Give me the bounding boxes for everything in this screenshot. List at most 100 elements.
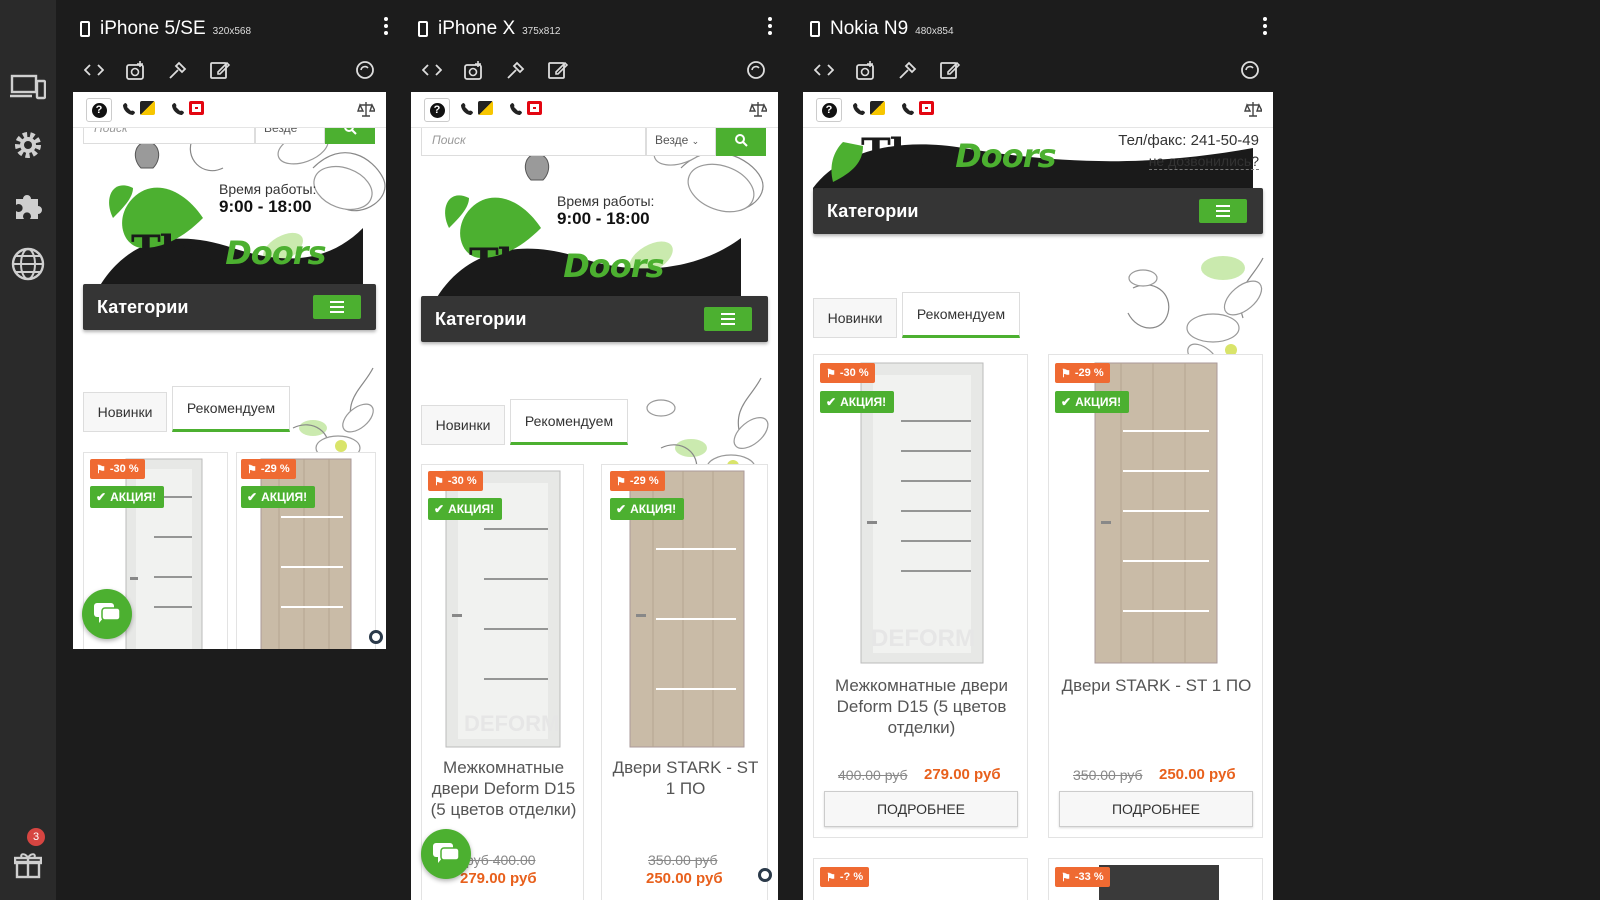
top-bar: ? [411,92,778,128]
logo-the: The [131,227,213,274]
search-button[interactable] [716,124,766,156]
phone-beeline[interactable] [461,101,493,115]
categories-bar[interactable]: Категории [813,188,1263,234]
code-icon[interactable] [418,56,446,84]
mts-logo [919,101,934,115]
edit-icon[interactable] [544,56,572,84]
compare-icon[interactable] [357,100,377,123]
inspect-icon[interactable] [894,56,922,84]
chat-button[interactable] [82,589,132,639]
price: 250.00 руб [1159,766,1236,783]
discount-badge: ⚑ -30 % [820,363,875,383]
inspect-icon[interactable] [164,56,192,84]
categories-bar[interactable]: Категории [421,296,768,342]
help-button[interactable]: ? [424,98,450,122]
tab-recommended[interactable]: Рекомендуем [172,386,290,432]
discount-value: -29 % [1074,367,1104,379]
help-icon: ? [821,102,837,118]
device-menu-button[interactable] [378,14,394,38]
old-price: 400.00 руб [838,767,908,783]
product-card[interactable]: DEFORM ⚑ -30 % ✔ АКЦИЯ! Межкомнатные двери… [813,354,1028,838]
tag-icon: ⚑ [616,475,626,488]
tab-recommended[interactable]: Рекомендуем [510,399,628,445]
help-button[interactable]: ? [816,98,842,122]
discount-badge: ⚑ -29 % [610,471,665,491]
work-hours: Время работы: 9:00 - 18:00 [557,192,654,228]
help-button[interactable]: ? [86,98,112,122]
mts-logo [527,101,542,115]
product-title[interactable]: Двери STARK - ST 1 ПО [1057,675,1256,696]
scroll-indicator[interactable] [758,868,772,882]
device-menu-button[interactable] [762,14,778,38]
rotate-icon[interactable] [742,56,770,84]
door-image [1099,865,1219,900]
scroll-indicator[interactable] [369,630,383,644]
device-toolbar [80,56,386,86]
categories-label: Категории [97,296,189,317]
phone-mts[interactable] [902,101,934,115]
code-icon[interactable] [810,56,838,84]
phone-mts[interactable] [172,101,204,115]
settings-icon[interactable] [7,124,49,166]
tag-icon: ⚑ [1061,367,1071,380]
discount-value: -30 % [109,463,139,475]
categories-bar[interactable]: Категории [83,284,376,330]
details-button[interactable]: ПОДРОБНЕЕ [824,791,1018,827]
compare-icon[interactable] [749,100,769,123]
search-input[interactable]: Поиск [421,124,646,156]
device-title-nokia: Nokia N9 480x854 [810,14,954,44]
product-card[interactable]: ⚑ -29 % ✔ АКЦИЯ! Двери STARK - ST 1 ПО 350… [1048,354,1263,838]
code-icon[interactable] [80,56,108,84]
logo-the: The [469,240,551,287]
globe-icon[interactable] [7,243,49,285]
product-card[interactable]: ⚑ -29 % ✔ АКЦИЯ! Двери STARK - ST 1 ПО 350… [601,464,768,900]
product-card[interactable]: ⚑ -29 % ✔ АКЦИЯ! [236,452,376,649]
screenshot-icon[interactable] [852,56,880,84]
screenshot-icon[interactable] [460,56,488,84]
extensions-icon[interactable] [7,184,49,226]
callback-link[interactable]: не дозвонились? [1148,153,1259,170]
tab-new[interactable]: Новинки [813,298,897,338]
tab-recommended[interactable]: Рекомендуем [902,292,1020,338]
logo-the: The [861,130,943,177]
rotate-icon[interactable] [1236,56,1264,84]
site-logo[interactable]: The Doors [861,130,1057,177]
site-logo[interactable]: The Doors [469,240,665,287]
site-logo[interactable]: The Doors [131,227,327,274]
search-scope-select[interactable]: Везде ⌄ [646,124,716,156]
product-title[interactable]: Межкомнатные двери Deform D15 (5 цветов … [822,675,1021,738]
product-title[interactable]: Двери STARK - ST 1 ПО [608,757,763,799]
edit-icon[interactable] [936,56,964,84]
help-icon: ? [429,102,445,118]
chat-button[interactable] [421,829,471,879]
notification-badge: 3 [27,828,45,846]
categories-label: Категории [827,200,919,221]
product-card[interactable]: ⚑ -? % [813,858,1028,900]
compare-icon[interactable] [1244,100,1264,123]
phone-mts[interactable] [510,101,542,115]
sale-badge: ✔ АКЦИЯ! [90,486,165,508]
device-name: Nokia N9 [830,18,909,39]
phone-icon [810,21,820,37]
tab-new[interactable]: Новинки [421,405,505,445]
inspect-icon[interactable] [502,56,530,84]
menu-icon[interactable] [704,307,752,331]
rotate-icon[interactable] [351,56,379,84]
product-title[interactable]: Межкомнатные двери Deform D15 (5 цветов … [426,757,581,820]
gift-icon[interactable] [7,844,49,886]
device-name: iPhone X [438,18,516,39]
devices-icon[interactable] [7,66,49,108]
menu-icon[interactable] [1199,199,1247,223]
menu-icon[interactable] [313,295,361,319]
phone-beeline[interactable] [853,101,885,115]
tag-icon: ⚑ [826,871,836,884]
device-menu-button[interactable] [1257,14,1273,38]
tab-new[interactable]: Новинки [83,392,167,432]
sale-label: АКЦИЯ! [110,490,157,504]
details-button[interactable]: ПОДРОБНЕЕ [1059,791,1253,827]
product-card[interactable]: ⚑ -33 % [1048,858,1263,900]
screenshot-icon[interactable] [122,56,150,84]
phone-beeline[interactable] [123,101,155,115]
edit-icon[interactable] [206,56,234,84]
help-icon: ? [91,102,107,118]
